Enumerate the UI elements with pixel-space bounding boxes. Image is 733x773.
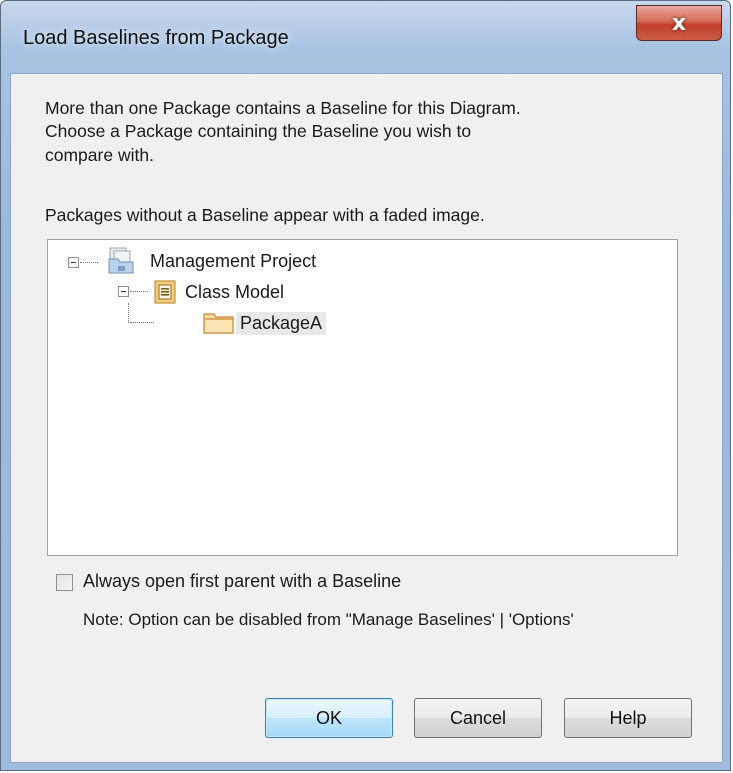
model-root-icon <box>108 247 134 274</box>
close-button[interactable]: x <box>636 5 722 41</box>
description-line-1: More than one Package contains a Baselin… <box>45 98 521 118</box>
class-model-icon <box>154 280 176 304</box>
cancel-button[interactable]: Cancel <box>414 698 542 738</box>
description-line-2: Choose a Package containing the Baseline… <box>45 121 472 141</box>
dialog-window: Load Baselines from Package x More than … <box>0 0 731 771</box>
faded-image-note: Packages without a Baseline appear with … <box>45 205 485 225</box>
tree-item-label: Class Model <box>185 281 285 302</box>
always-open-parent-checkbox[interactable] <box>56 574 73 591</box>
tree-collapse-toggle-management-project[interactable] <box>68 257 79 268</box>
package-tree[interactable]: Management Project Class Model PackageA <box>47 239 678 556</box>
ok-button[interactable]: OK <box>265 698 393 738</box>
tree-connector <box>128 303 129 323</box>
tree-collapse-toggle-class-model[interactable] <box>118 286 129 297</box>
description-line-3: compare with. <box>45 145 154 165</box>
package-folder-icon <box>203 313 234 334</box>
tree-item-class-model[interactable]: Class Model <box>185 279 284 305</box>
tree-connector <box>130 291 148 292</box>
close-icon: x <box>671 10 687 36</box>
title-bar[interactable]: Load Baselines from Package x <box>1 1 730 73</box>
window-title: Load Baselines from Package <box>23 27 289 49</box>
option-note: Note: Option can be disabled from "Manag… <box>83 610 574 629</box>
tree-connector <box>130 322 154 323</box>
tree-item-label: PackageA <box>236 311 327 335</box>
tree-connector <box>80 262 98 263</box>
dialog-client-area: More than one Package contains a Baselin… <box>10 73 723 763</box>
tree-item-management-project[interactable]: Management Project <box>150 248 316 274</box>
always-open-parent-label[interactable]: Always open first parent with a Baseline <box>83 571 401 592</box>
tree-item-label: Management Project <box>150 250 317 271</box>
help-button[interactable]: Help <box>564 698 692 738</box>
tree-item-packagea[interactable]: PackageA <box>236 310 327 336</box>
